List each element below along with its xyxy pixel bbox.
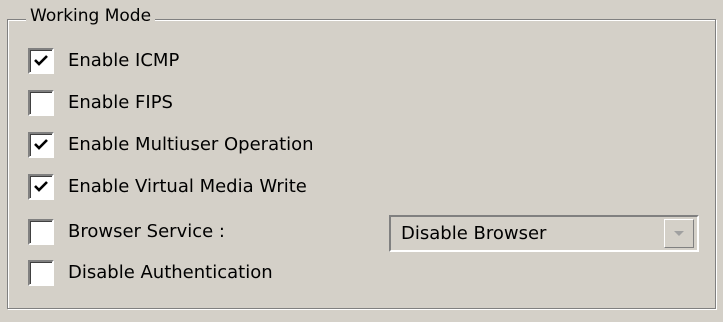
option-row-enable-multiuser[interactable]: Enable Multiuser Operation	[28, 131, 314, 159]
enable-fips-label: Enable FIPS	[68, 92, 173, 113]
dropdown-button[interactable]	[664, 219, 694, 248]
option-row-enable-virtual-media-write[interactable]: Enable Virtual Media Write	[28, 173, 307, 201]
disable-authentication-label: Disable Authentication	[68, 262, 273, 283]
browser-service-label: Browser Service :	[68, 221, 225, 242]
checkmark-icon	[34, 139, 48, 150]
option-row-enable-fips[interactable]: Enable FIPS	[28, 89, 173, 117]
browser-service-selected-value: Disable Browser	[401, 222, 547, 244]
enable-multiuser-checkbox[interactable]	[28, 132, 54, 158]
checkmark-icon	[34, 55, 48, 66]
enable-virtual-media-write-label: Enable Virtual Media Write	[68, 176, 307, 197]
browser-service-select[interactable]: Disable Browser	[389, 215, 699, 252]
checkmark-icon	[34, 181, 48, 192]
enable-icmp-label: Enable ICMP	[68, 50, 180, 71]
enable-multiuser-label: Enable Multiuser Operation	[68, 134, 314, 155]
group-title: Working Mode	[26, 6, 156, 26]
option-row-browser-service[interactable]: Browser Service :	[28, 218, 225, 246]
enable-icmp-checkbox[interactable]	[28, 48, 54, 74]
browser-service-checkbox[interactable]	[28, 219, 54, 245]
enable-fips-checkbox[interactable]	[28, 90, 54, 116]
chevron-down-icon	[674, 230, 684, 236]
working-mode-panel: Working Mode Enable ICMP Enable FIPS Ena…	[0, 0, 723, 322]
enable-virtual-media-write-checkbox[interactable]	[28, 174, 54, 200]
option-row-disable-authentication[interactable]: Disable Authentication	[28, 259, 273, 287]
disable-authentication-checkbox[interactable]	[28, 260, 54, 286]
option-row-enable-icmp[interactable]: Enable ICMP	[28, 47, 179, 75]
